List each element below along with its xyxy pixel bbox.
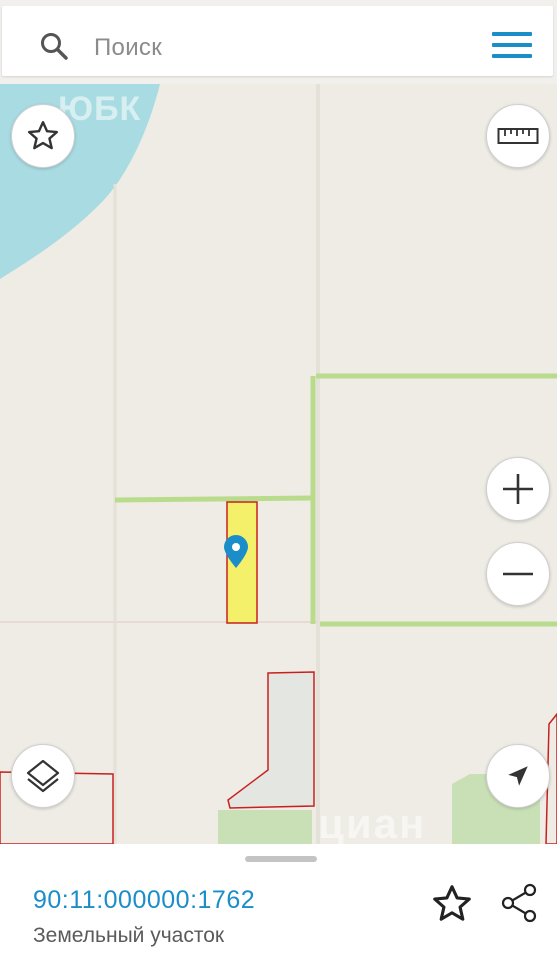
menu-icon[interactable] <box>492 32 532 62</box>
cadastral-number[interactable]: 90:11:000000:1762 <box>33 886 255 915</box>
search-bar: Поиск <box>0 0 557 84</box>
bottom-sheet[interactable]: 90:11:000000:1762 Земельный участок <box>0 844 557 960</box>
star-icon <box>28 121 58 150</box>
green-area <box>218 810 312 844</box>
minus-icon <box>503 572 533 576</box>
zoom-out-button[interactable] <box>486 542 550 606</box>
share-icon[interactable] <box>498 882 540 924</box>
ruler-icon <box>497 128 539 144</box>
drag-handle[interactable] <box>245 856 317 862</box>
watermark-bottom: циан <box>318 800 427 847</box>
locate-button[interactable] <box>486 744 550 808</box>
star-outline-icon[interactable] <box>430 882 474 926</box>
selected-parcel <box>226 501 258 624</box>
map-canvas[interactable] <box>0 84 557 844</box>
map-layer <box>0 84 557 844</box>
parcel-outline <box>227 671 315 809</box>
search-icon <box>41 33 68 60</box>
layers-icon <box>26 759 60 793</box>
object-type: Земельный участок <box>33 924 225 947</box>
search-input[interactable]: Поиск <box>2 6 553 76</box>
layers-button[interactable] <box>11 744 75 808</box>
favorite-button[interactable] <box>11 104 75 168</box>
search-placeholder: Поиск <box>94 34 163 61</box>
plus-icon <box>503 474 533 504</box>
zoom-in-button[interactable] <box>486 457 550 521</box>
navigation-arrow-icon <box>508 766 528 786</box>
ruler-button[interactable] <box>486 104 550 168</box>
